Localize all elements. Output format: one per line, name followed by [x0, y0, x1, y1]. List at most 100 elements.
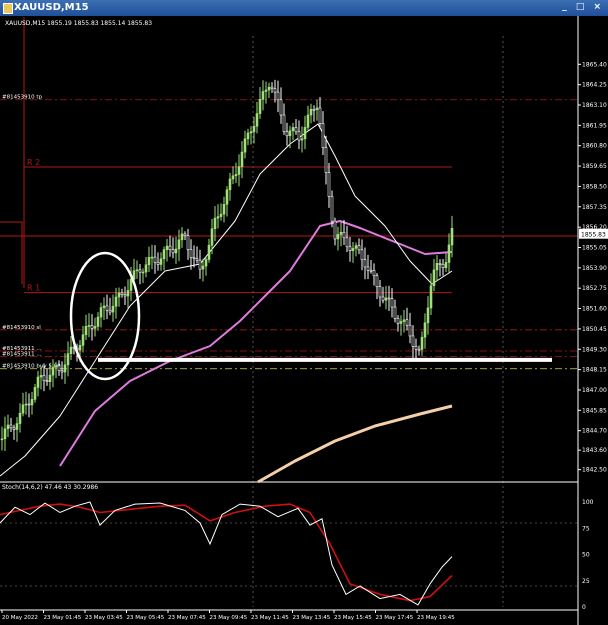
candle-body — [60, 370, 64, 373]
candle-body — [438, 263, 442, 265]
pivot-level-label: R 2 — [27, 158, 40, 167]
candle-body — [405, 319, 409, 326]
candle-body — [336, 234, 340, 240]
candle-body — [396, 318, 400, 324]
time-tick-label: 23 May 09:45 — [210, 615, 248, 621]
candle-body — [204, 259, 208, 267]
price-tick-label: 1865.40 — [582, 61, 607, 68]
candle-body — [321, 123, 325, 148]
candle-body — [432, 269, 436, 287]
price-tick-label: 1861.95 — [582, 122, 607, 129]
candle-body — [420, 336, 424, 350]
candle-body — [198, 259, 202, 270]
price-tick-label: 1864.25 — [582, 82, 607, 89]
candle-body — [441, 264, 445, 269]
candle-body — [150, 256, 154, 259]
candle-body — [234, 174, 238, 177]
candle-body — [267, 86, 271, 91]
candle-body — [102, 305, 106, 308]
candle-body — [285, 131, 289, 137]
candle-body — [345, 237, 349, 248]
candle-body — [66, 353, 70, 366]
candle-body — [21, 404, 25, 414]
price-tick-label: 1848.15 — [582, 367, 607, 374]
time-tick-label: 23 May 07:45 — [168, 615, 206, 621]
candle-body — [249, 131, 253, 134]
candle-body — [282, 114, 286, 132]
candle-body — [189, 249, 193, 258]
time-tick-label: 23 May 01:45 — [44, 615, 82, 621]
candle-body — [24, 403, 28, 406]
candle-body — [84, 325, 88, 336]
candle-body — [78, 345, 82, 351]
candle-body — [174, 248, 178, 254]
symbol-info: XAUUSD,M15 1855.19 1855.83 1855.14 1855.… — [5, 20, 152, 27]
candle-body — [42, 375, 46, 382]
candle-body — [192, 257, 196, 259]
candle-body — [357, 245, 361, 251]
candle-body — [81, 334, 85, 346]
price-chart[interactable]: R 2 R 1 #81453910 tp #81453910 sl #81453911 … — [0, 16, 608, 625]
candle-body — [207, 244, 211, 260]
price-tick-label: 1851.60 — [582, 306, 607, 313]
candle-body — [135, 269, 139, 272]
time-tick-label: 23 May 15:45 — [334, 615, 372, 621]
candle-body — [69, 346, 73, 355]
candle-body — [54, 365, 58, 368]
candle-body — [258, 99, 262, 114]
price-tick-label: 1844.70 — [582, 428, 607, 435]
candle-body — [117, 292, 121, 298]
order-line-label: #81453911 ... — [2, 351, 42, 357]
static-overlays — [0, 17, 578, 483]
candle-body — [144, 264, 148, 273]
candle-body — [423, 322, 427, 338]
candle-body — [300, 138, 304, 141]
candle-body — [126, 290, 130, 297]
candle-body — [306, 114, 310, 128]
candle-body — [27, 403, 31, 406]
candle-body — [48, 374, 52, 382]
price-tick-label: 1842.50 — [582, 467, 607, 474]
candle-body — [315, 107, 319, 110]
candle-body — [450, 227, 454, 246]
chart-window-icon — [3, 3, 13, 14]
candle-body — [435, 263, 439, 271]
candle-body — [195, 258, 199, 261]
price-tick-label: 1850.45 — [582, 326, 607, 333]
price-tick-label: 1845.85 — [582, 407, 607, 414]
candle-body — [231, 175, 235, 180]
candle-body — [408, 324, 412, 337]
candle-body — [318, 107, 322, 124]
candle-body — [9, 424, 13, 429]
candle-body — [237, 166, 241, 175]
candle-body — [225, 189, 229, 205]
price-tick-label: 1858.50 — [582, 183, 607, 190]
window-controls[interactable]: _ □ × — [562, 2, 604, 12]
candle-body — [444, 262, 448, 269]
time-tick-label: 23 May 13:45 — [293, 615, 331, 621]
candle-body — [411, 335, 415, 347]
price-tick-label: 1849.30 — [582, 346, 607, 353]
candle-body — [168, 245, 172, 250]
stoch-tick-label: 25 — [582, 578, 590, 585]
candle-body — [246, 132, 250, 140]
candle-body — [375, 275, 379, 287]
candle-body — [348, 246, 352, 251]
price-tick-label: 1843.60 — [582, 447, 607, 454]
candle-body — [426, 307, 430, 324]
candle-body — [138, 269, 142, 273]
candle-body — [216, 216, 220, 219]
candle-body — [99, 307, 103, 318]
grid — [252, 36, 504, 607]
candle-body — [270, 86, 274, 90]
candle-body — [159, 258, 163, 265]
candle-body — [111, 305, 115, 313]
time-tick-label: 23 May 17:45 — [376, 615, 414, 621]
candle-body — [339, 231, 343, 235]
time-tick-label: 23 May 11:45 — [251, 615, 289, 621]
pivot-level-label: R 1 — [27, 284, 40, 293]
candle-body — [222, 204, 226, 215]
candle-body — [264, 89, 268, 92]
price-tick-label: 1860.80 — [582, 143, 607, 150]
candle-body — [333, 220, 337, 240]
